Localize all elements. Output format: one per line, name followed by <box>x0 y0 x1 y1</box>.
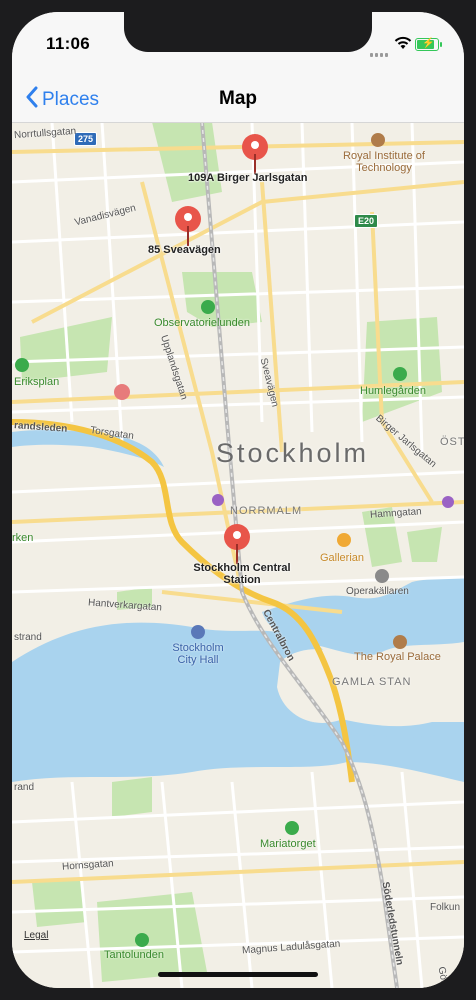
map-view[interactable]: 275 E20 109A Birger Jarlsgatan 85 Sveavä… <box>12 122 464 988</box>
poi-label: Tantolunden <box>104 949 164 961</box>
poi-label: Stockholm City Hall <box>172 642 224 666</box>
poi-label: Eriksplan <box>14 376 60 388</box>
device-frame: 11:06 ⚡ Places Map 275 E20 109A Birger J… <box>0 0 476 1000</box>
page-title: Map <box>219 88 257 109</box>
pin-label: 85 Sveavägen <box>148 244 221 256</box>
poi-label: Humlegården <box>360 385 427 397</box>
poi-label: Mariatorget <box>260 838 316 850</box>
pin-label: Stockholm Central Station <box>193 562 291 586</box>
street-label: rand <box>14 782 35 793</box>
city-label: Stockholm <box>216 438 370 468</box>
poi-label: The Royal Palace <box>354 651 441 663</box>
pin-label: 109A Birger Jarlsgatan <box>188 172 308 184</box>
map-pin-icon[interactable] <box>222 524 252 566</box>
cellular-signal-icon <box>370 44 390 62</box>
legal-link[interactable]: Legal <box>24 930 48 941</box>
battery-icon: ⚡ <box>415 38 442 51</box>
map-pin-icon[interactable] <box>240 134 270 176</box>
navigation-bar: Places Map <box>12 76 464 123</box>
district-label: NORRMALM <box>230 505 303 517</box>
poi-label: Royal Institute of Technology <box>343 150 425 174</box>
street-label: strand <box>14 632 42 643</box>
district-label: GAMLA STAN <box>332 676 412 688</box>
wifi-icon <box>394 36 412 55</box>
status-time: 11:06 <box>46 34 91 53</box>
poi-label: rken <box>12 532 34 544</box>
route-shield: E20 <box>354 214 379 228</box>
map-pin-icon[interactable] <box>173 206 203 248</box>
home-indicator[interactable] <box>158 972 318 977</box>
poi-label: Operakällaren <box>346 586 409 597</box>
district-label: ÖST <box>440 436 464 448</box>
street-label: Folkun <box>430 902 461 913</box>
device-notch <box>124 12 372 52</box>
route-shield: 275 <box>74 132 98 146</box>
screen: 11:06 ⚡ Places Map 275 E20 109A Birger J… <box>12 12 464 988</box>
poi-label: Gallerian <box>320 552 365 564</box>
poi-label: Observatorielunden <box>154 317 251 329</box>
